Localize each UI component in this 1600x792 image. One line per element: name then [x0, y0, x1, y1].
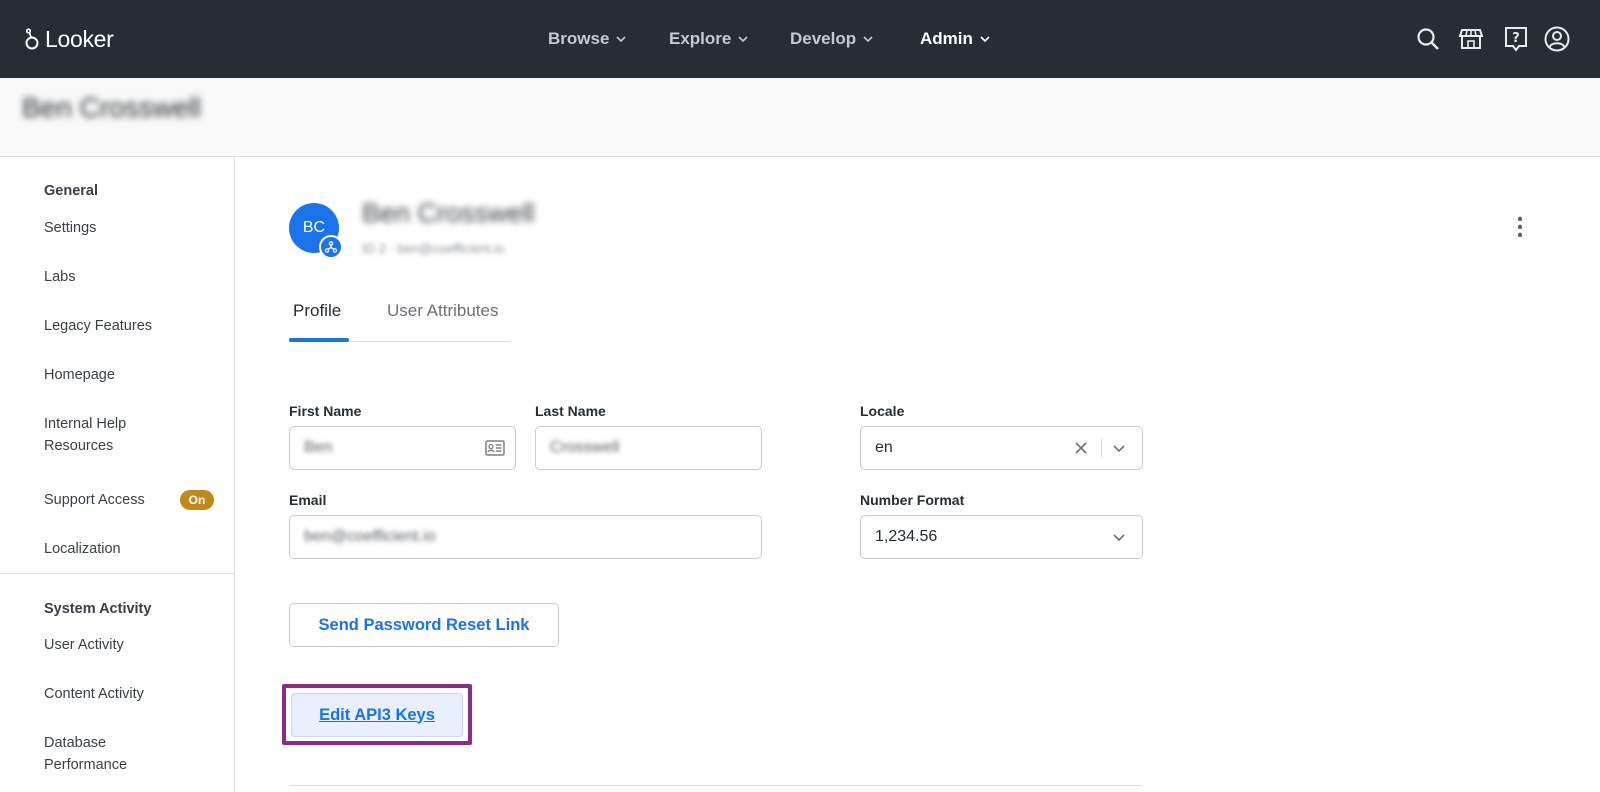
user-full-name: Ben Crosswell: [362, 198, 535, 228]
nav-explore-label: Explore: [669, 29, 732, 48]
edit-api3-keys-button[interactable]: Edit API3 Keys: [291, 693, 463, 737]
active-tab-indicator: [289, 338, 349, 342]
select-separator: [1101, 438, 1102, 458]
tab-profile[interactable]: Profile: [293, 301, 341, 321]
sidebar-item-legacy-features[interactable]: Legacy Features: [44, 315, 152, 337]
number-format-select[interactable]: 1,234.56: [860, 515, 1143, 559]
looker-logo[interactable]: Looker: [24, 24, 114, 54]
last-name-label: Last Name: [535, 403, 606, 419]
locale-label: Locale: [860, 403, 905, 419]
looker-logo-icon: [25, 28, 39, 50]
sidebar-heading-system-activity: System Activity: [44, 601, 152, 617]
nav-develop[interactable]: Develop: [790, 0, 874, 78]
last-name-field[interactable]: Crosswell: [535, 426, 762, 470]
first-name-value: Ben: [304, 439, 333, 456]
first-name-label: First Name: [289, 403, 362, 419]
sidebar-heading-general: General: [44, 183, 98, 199]
first-name-field[interactable]: Ben: [289, 426, 516, 470]
svg-text:?: ?: [1512, 31, 1520, 46]
page-header: Ben Crosswell: [0, 78, 1600, 157]
account-icon[interactable]: [1541, 23, 1573, 55]
chevron-down-icon[interactable]: [1109, 527, 1129, 547]
tab-user-attributes[interactable]: User Attributes: [387, 301, 499, 321]
email-value: ben@coefficient.io: [304, 528, 436, 545]
nav-explore[interactable]: Explore: [669, 0, 749, 78]
sidebar-item-database-performance[interactable]: Database Performance: [44, 732, 144, 776]
sidebar-item-support-access[interactable]: Support Access: [44, 489, 145, 511]
clear-icon[interactable]: [1071, 438, 1091, 458]
chevron-down-icon[interactable]: [1109, 438, 1129, 458]
user-subtitle: ID 2 · ben@coefficient.io: [362, 241, 505, 256]
nav-browse[interactable]: Browse: [548, 0, 627, 78]
more-options-icon[interactable]: [1508, 215, 1532, 239]
admin-sidebar: General Settings Labs Legacy Features Ho…: [0, 157, 235, 792]
sidebar-item-user-activity[interactable]: User Activity: [44, 634, 124, 656]
section-divider: [289, 785, 1142, 786]
locale-value: en: [875, 439, 893, 456]
email-field[interactable]: ben@coefficient.io: [289, 515, 762, 559]
sidebar-item-homepage[interactable]: Homepage: [44, 364, 115, 386]
top-nav-bar: Looker Browse Explore Develop Admin ?: [0, 0, 1600, 78]
search-icon[interactable]: [1412, 23, 1444, 55]
profile-tabs: Profile User Attributes: [289, 294, 510, 342]
sidebar-item-internal-help-resources[interactable]: Internal Help Resources: [44, 413, 164, 457]
sidebar-item-localization[interactable]: Localization: [44, 538, 121, 560]
nav-admin-label: Admin: [920, 29, 973, 48]
number-format-value: 1,234.56: [875, 528, 938, 545]
sidebar-item-labs[interactable]: Labs: [44, 266, 75, 288]
chevron-down-icon: [980, 36, 990, 43]
send-password-reset-button[interactable]: Send Password Reset Link: [289, 603, 559, 647]
sidebar-item-settings[interactable]: Settings: [44, 217, 96, 239]
help-icon[interactable]: ?: [1500, 23, 1532, 55]
chevron-down-icon: [863, 36, 873, 43]
api-user-badge-icon: [319, 235, 343, 259]
status-badge: On: [180, 490, 214, 510]
number-format-label: Number Format: [860, 492, 965, 508]
nav-admin[interactable]: Admin: [920, 0, 991, 78]
logo-text: Looker: [45, 25, 114, 52]
nav-browse-label: Browse: [548, 29, 610, 48]
marketplace-icon[interactable]: [1455, 23, 1487, 55]
sidebar-item-content-activity[interactable]: Content Activity: [44, 683, 144, 705]
last-name-value: Crosswell: [550, 439, 620, 456]
contact-card-icon: [484, 438, 506, 458]
sidebar-divider: [0, 573, 234, 574]
chevron-down-icon: [738, 36, 748, 43]
nav-develop-label: Develop: [790, 29, 857, 48]
page-title: Ben Crosswell: [22, 92, 201, 123]
chevron-down-icon: [616, 36, 626, 43]
email-label: Email: [289, 492, 327, 508]
